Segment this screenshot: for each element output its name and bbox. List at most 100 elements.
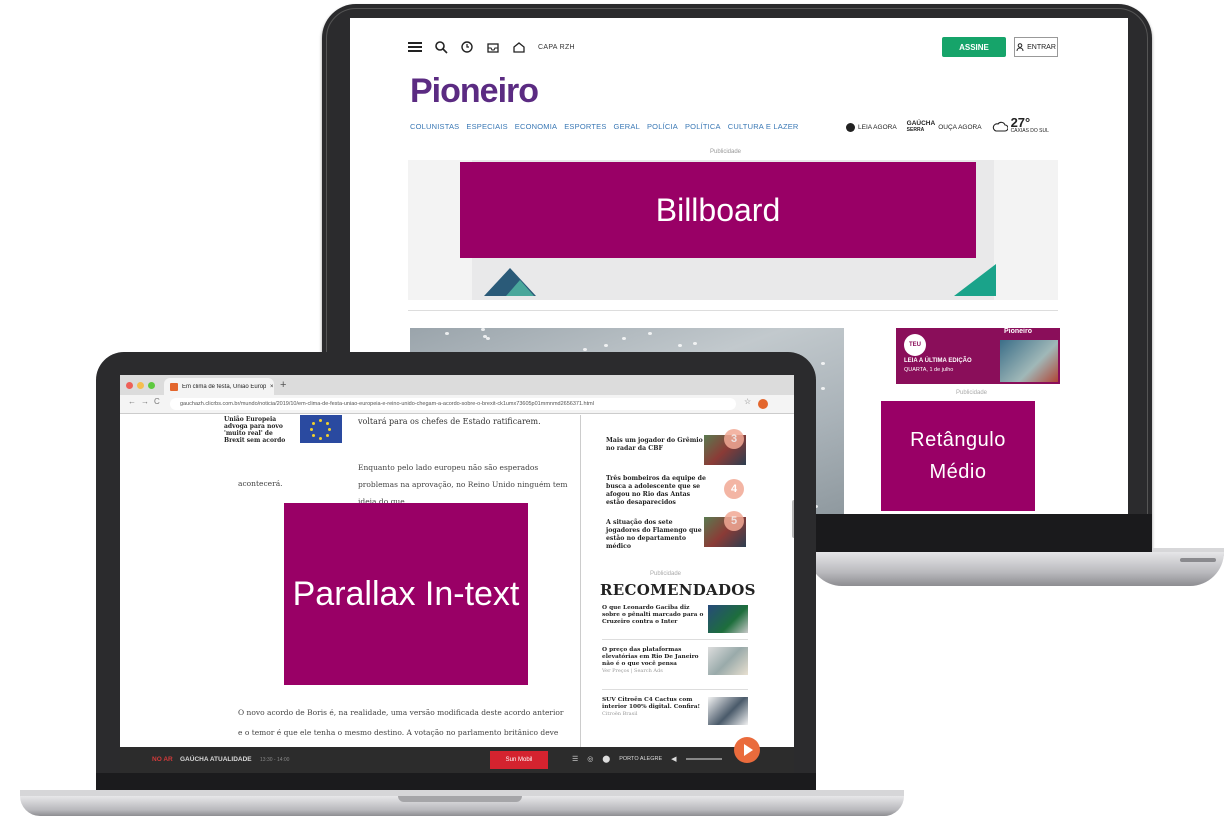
rain-drop xyxy=(603,344,608,348)
recommended-item[interactable]: SUV Citroën C4 Cactus com interior 100% … xyxy=(602,697,708,718)
rank-badge: 4 xyxy=(724,479,744,499)
radio-controls: ☰ ◎ ⬤ PORTO ALEGRE ◀ xyxy=(572,755,722,763)
on-air-label: NO AR xyxy=(152,756,173,763)
edition-logo: Pioneiro xyxy=(1004,328,1033,335)
teu-badge: TEU xyxy=(904,334,926,356)
rain-drop xyxy=(480,328,485,332)
home-icon[interactable] xyxy=(512,40,526,54)
temperature: 27° xyxy=(1010,115,1031,130)
recommended-item[interactable]: O preço das plataformas elevatórias em R… xyxy=(602,647,708,675)
clock-icon[interactable] xyxy=(460,40,474,54)
leia-agora-link[interactable]: LEIA AGORA xyxy=(846,122,897,132)
edition-line2: QUARTA, 1 de julho xyxy=(904,367,954,373)
rank-badge: 5 xyxy=(724,511,744,531)
rain-drop xyxy=(583,347,588,351)
program-time: 13:30 - 14:00 xyxy=(260,757,290,763)
capa-link[interactable]: CAPA RZH xyxy=(538,44,575,51)
weather-widget[interactable]: 27° CAXIAS DO SUL xyxy=(992,115,1049,136)
nav-item[interactable]: POLÍCIA xyxy=(647,122,678,131)
favicon-icon xyxy=(170,382,178,391)
address-bar[interactable]: gauchazh.clicrbs.com.br/mundo/noticia/20… xyxy=(170,398,736,410)
inbox-icon[interactable] xyxy=(486,40,500,54)
ad-triangle-left-small xyxy=(506,280,534,296)
medium-rectangle-ad[interactable]: Retângulo Médio xyxy=(881,401,1035,511)
program-name: GAÚCHA ATUALIDADE xyxy=(180,756,252,763)
divider xyxy=(602,689,748,690)
recommended-thumbnail[interactable] xyxy=(708,697,748,725)
bookmark-star-icon[interactable]: ☆ xyxy=(744,397,751,406)
recommended-source: Citroën Brasil xyxy=(602,711,638,717)
nav-item[interactable]: ECONOMIA xyxy=(515,122,557,131)
publicidade-label: Publicidade xyxy=(650,571,682,577)
eu-flag-thumbnail[interactable] xyxy=(300,415,342,443)
recommended-title: O que Leonardo Gaciba diz sobre o pênalt… xyxy=(602,605,704,625)
sidebar-divider xyxy=(580,415,581,755)
recomendados-heading: RECOMENDADOS xyxy=(600,581,756,599)
list-icon[interactable]: ☰ xyxy=(572,755,578,763)
rain-drop xyxy=(692,341,697,345)
newspaper-icon xyxy=(846,122,855,132)
nav-item[interactable]: GERAL xyxy=(614,122,640,131)
menu-icon[interactable] xyxy=(408,40,422,54)
rain-drop xyxy=(820,362,825,366)
recommended-source: Ver Preços | Search Ads xyxy=(602,668,663,674)
site-logo[interactable]: Pioneiro xyxy=(410,72,539,111)
rain-drop xyxy=(820,387,825,391)
recommended-item[interactable]: O que Leonardo Gaciba diz sobre o pênalt… xyxy=(602,605,708,626)
nav-item[interactable]: POLÍTICA xyxy=(685,122,721,131)
entrar-button[interactable]: ENTRAR xyxy=(1014,37,1058,57)
browser-tab[interactable]: Em clima de festa, União Europeia... × xyxy=(164,378,274,395)
ad-triangle-right xyxy=(954,264,996,296)
back-laptop-base xyxy=(808,552,1224,586)
billboard-ad[interactable]: Billboard xyxy=(460,162,976,258)
play-button[interactable] xyxy=(734,737,760,763)
recommended-thumbnail[interactable] xyxy=(708,647,748,675)
main-nav: COLUNISTAS ESPECIAIS ECONOMIA ESPORTES G… xyxy=(410,122,799,131)
nav-item[interactable]: CULTURA E LAZER xyxy=(728,122,799,131)
minimize-window-icon[interactable] xyxy=(137,382,144,389)
close-window-icon[interactable] xyxy=(126,382,133,389)
nav-item[interactable]: COLUNISTAS xyxy=(410,122,459,131)
divider xyxy=(408,310,1058,311)
front-laptop-notch xyxy=(398,796,522,802)
edition-cover-image xyxy=(1000,340,1058,382)
extension-icon[interactable] xyxy=(758,399,768,409)
parallax-intext-ad[interactable]: Parallax In-text xyxy=(284,503,528,685)
article-paragraph: acontecerá. xyxy=(238,479,283,488)
header-right: LEIA AGORA GAÚCHA SERRA OUÇA AGORA 27° C… xyxy=(846,115,1049,136)
serra-label: SERRA xyxy=(906,127,925,133)
rain-drop xyxy=(482,334,487,338)
recommended-title: O preço das plataformas elevatórias em R… xyxy=(602,647,699,667)
tab-title: Em clima de festa, União Europeia... xyxy=(182,383,266,390)
front-laptop-screen: Em clima de festa, União Europeia... × +… xyxy=(120,375,794,773)
nav-item[interactable]: ESPORTES xyxy=(564,122,606,131)
nav-item[interactable]: ESPECIAIS xyxy=(466,122,507,131)
most-read-item[interactable]: Três bombeiros da equipe de busca a adol… xyxy=(606,475,706,507)
divider xyxy=(602,639,748,640)
entrar-label: ENTRAR xyxy=(1027,43,1056,51)
whatsapp-icon[interactable]: ◎ xyxy=(587,755,593,763)
sponsor-ad[interactable]: Sun Mobil xyxy=(490,751,548,769)
volume-slider[interactable] xyxy=(685,758,722,760)
location-icon[interactable]: ⬤ xyxy=(602,755,610,763)
most-read-item[interactable]: Mais um jogador do Grêmio no radar da CB… xyxy=(606,437,706,453)
search-icon[interactable] xyxy=(434,40,448,54)
gaucha-link[interactable]: GAÚCHA SERRA OUÇA AGORA xyxy=(906,120,982,133)
article-paragraph: voltará para os chefes de Estado ratific… xyxy=(358,417,541,426)
nav-buttons[interactable]: ←→C xyxy=(128,397,165,406)
close-tab-icon[interactable]: × xyxy=(270,384,274,390)
user-icon xyxy=(1016,43,1024,51)
maximize-window-icon[interactable] xyxy=(148,382,155,389)
most-read-item[interactable]: A situação dos sete jogadores do Flameng… xyxy=(606,519,706,551)
city-label: CAXIAS DO SUL xyxy=(1010,128,1049,134)
assine-button[interactable]: ASSINE xyxy=(942,37,1006,57)
new-tab-icon[interactable]: + xyxy=(280,379,286,391)
volume-icon[interactable]: ◀ xyxy=(671,755,676,763)
publicidade-label: Publicidade xyxy=(956,390,988,396)
scrollbar-thumb[interactable] xyxy=(792,500,794,538)
back-topbar: CAPA RZH xyxy=(408,36,575,58)
article-caption[interactable]: União Europeia advoga para novo 'muito r… xyxy=(224,416,294,444)
location-label[interactable]: PORTO ALEGRE xyxy=(619,756,662,762)
cloud-icon xyxy=(992,121,1008,132)
recommended-thumbnail[interactable] xyxy=(708,605,748,633)
